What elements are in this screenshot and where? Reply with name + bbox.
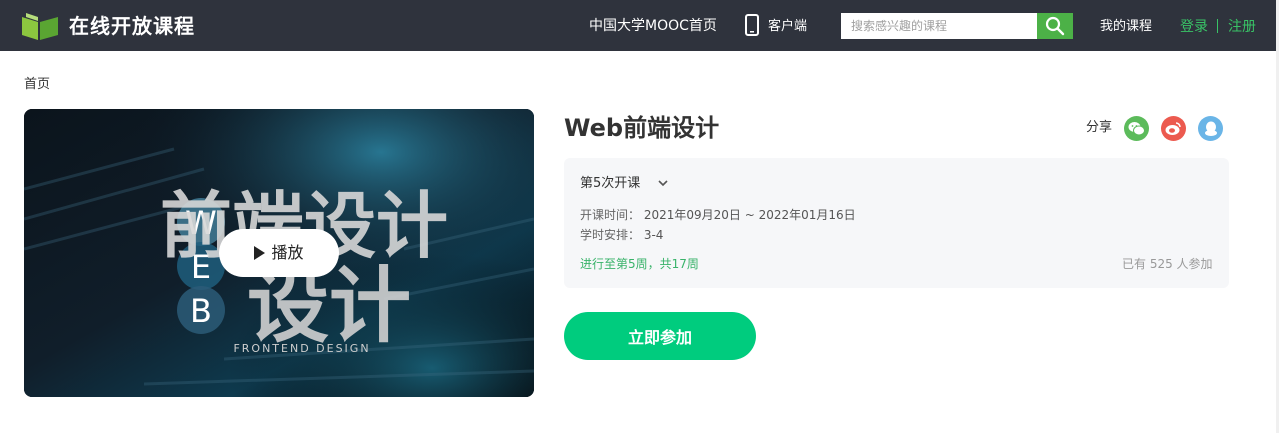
course-hours-value: 3-4 [643,228,664,242]
course-time-label: 开课时间： [580,208,641,222]
qq-share-button[interactable] [1198,116,1223,141]
wechat-icon [1128,122,1145,136]
course-progress-text: 进行至第5周，共17周 [580,257,699,271]
book-logo-icon[interactable] [22,13,58,40]
nav-client-link[interactable]: 客户端 [768,17,807,37]
course-title: Web前端设计 [564,114,720,142]
wechat-share-button[interactable] [1124,116,1149,141]
play-button[interactable]: 播放 [219,229,339,277]
weibo-icon [1165,122,1181,135]
cover-subtitle: FRONTEND DESIGN [233,342,370,355]
share-label: 分享 [1086,120,1113,135]
nav-mooc-home-link[interactable]: 中国大学MOOC首页 [589,16,717,36]
search-input[interactable] [841,13,1037,39]
course-time-value: 2021年09月20日 ~ 2022年01月16日 [643,208,856,222]
site-name[interactable]: 在线开放课程 [69,12,195,40]
course-hours-row: 学时安排： 3-4 [580,227,663,243]
mobile-phone-icon[interactable] [745,14,759,36]
play-label: 播放 [271,243,304,262]
nav-divider [1217,19,1218,33]
play-icon [254,246,266,260]
login-link[interactable]: 登录 [1180,17,1208,37]
qq-icon [1204,121,1217,136]
breadcrumb-home[interactable]: 首页 [24,76,50,94]
nav-my-courses-link[interactable]: 我的课程 [1100,17,1152,37]
course-hours-label: 学时安排： [580,228,641,242]
search-button[interactable] [1037,13,1073,39]
course-time-row: 开课时间： 2021年09月20日 ~ 2022年01月16日 [580,207,856,223]
join-course-button[interactable]: 立即参加 [564,312,756,360]
search-icon [1045,16,1065,36]
top-navbar: 在线开放课程 中国大学MOOC首页 客户端 我的课程 登录 注册 [0,0,1279,51]
svg-text:B: B [190,292,212,330]
weibo-share-button[interactable] [1161,116,1186,141]
course-video-cover[interactable]: W E B 前端设计 设计 FRONTEND DESIGN 播放 [24,109,534,397]
enroll-count: 已有 525 人参加 [1122,257,1213,271]
register-link[interactable]: 注册 [1228,17,1256,37]
chevron-down-icon[interactable] [657,177,669,189]
term-selector-label[interactable]: 第5次开课 [580,175,640,193]
